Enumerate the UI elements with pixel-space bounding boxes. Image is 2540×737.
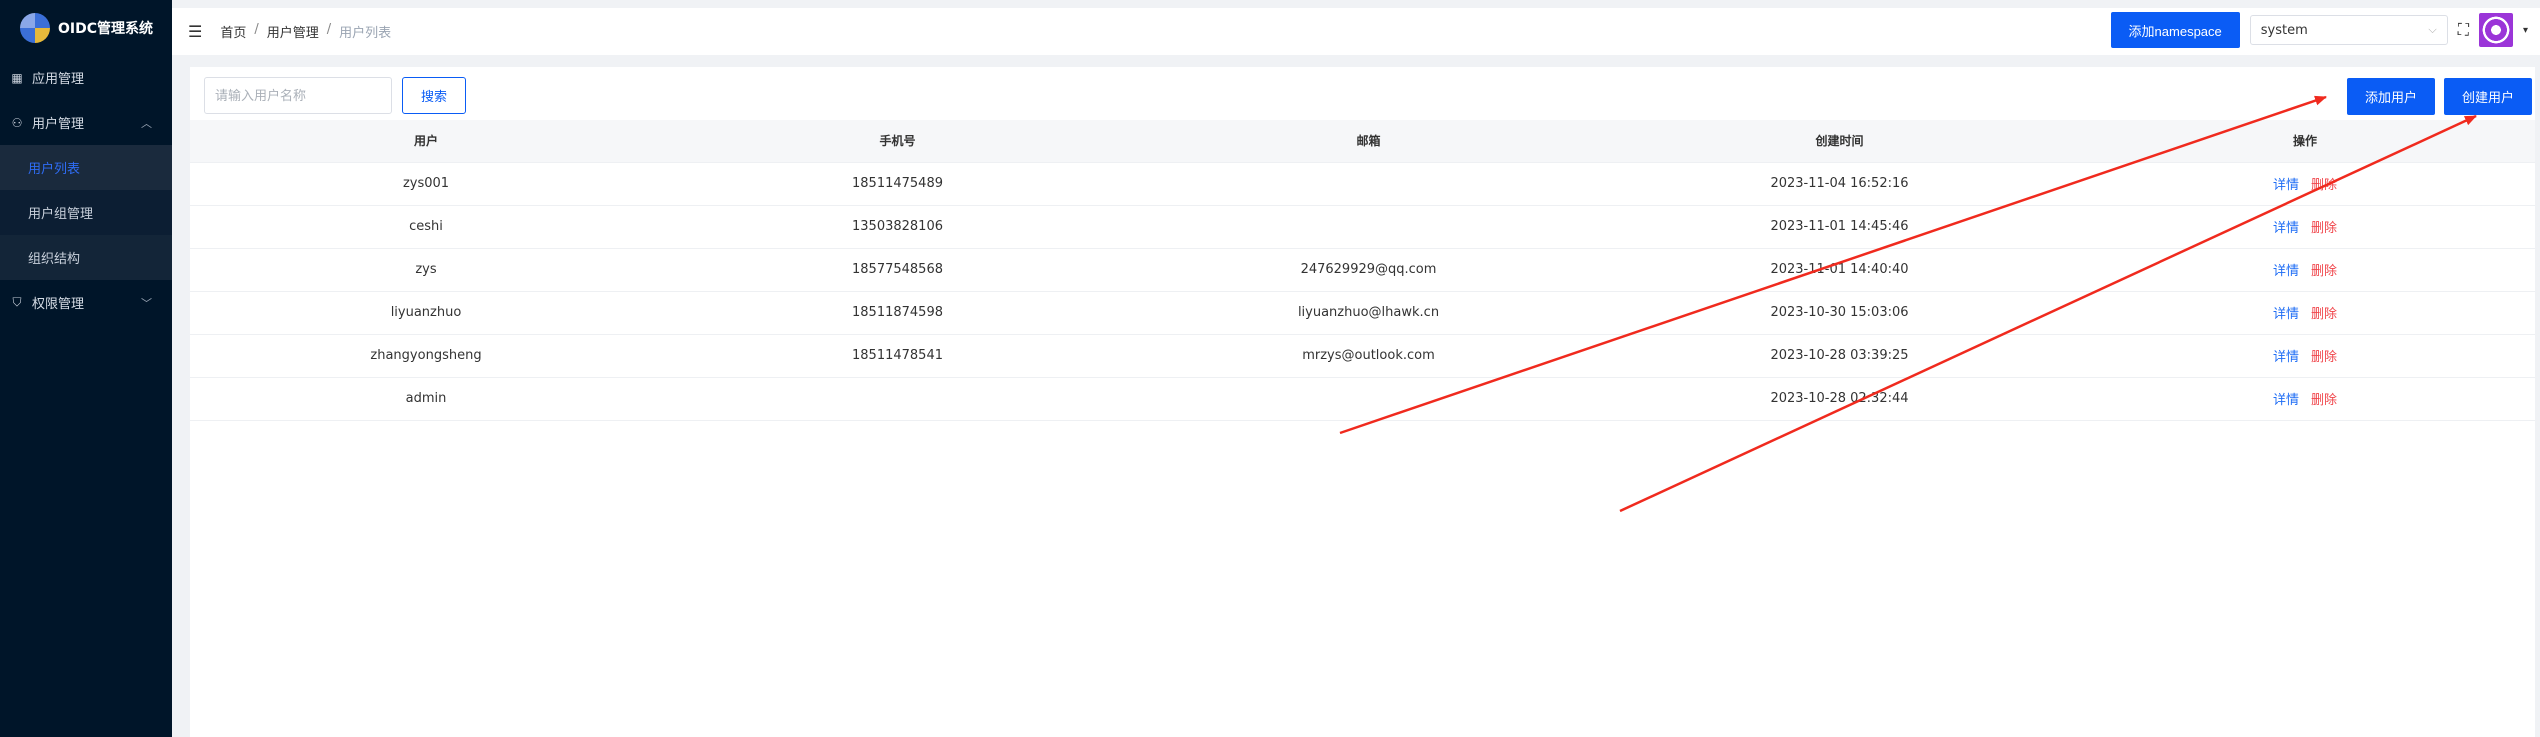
detail-link[interactable]: 详情 [2273, 307, 2299, 322]
add-namespace-button[interactable]: 添加namespace [2110, 12, 2240, 48]
cell-created: 2023-11-01 14:45:46 [1604, 205, 2075, 249]
cell-email [1133, 377, 1604, 421]
sidebar: OIDC管理系统 ▦ 应用管理 ⚇ 用户管理 ︿ 用户列表 用户组管理 组织结构… [0, 0, 172, 737]
column-header-email: 邮箱 [1133, 120, 1604, 163]
grid-icon: ▦ [11, 70, 23, 85]
breadcrumb-current: 用户列表 [339, 26, 392, 41]
cell-user: ceshi [190, 205, 662, 249]
table-row: ceshi 13503828106 2023-11-01 14:45:46 详情 删除 [190, 205, 2535, 249]
column-header-phone: 手机号 [662, 120, 1133, 163]
cell-actions: 详情 删除 [2075, 334, 2535, 378]
cell-actions: 详情 删除 [2075, 377, 2535, 421]
cell-user: liyuanzhuo [190, 291, 662, 335]
breadcrumb-separator: / [254, 22, 259, 37]
table-row: admin 2023-10-28 02:32:44 详情 删除 [190, 377, 2535, 421]
cell-actions: 详情 删除 [2075, 205, 2535, 249]
cell-user: admin [190, 377, 662, 421]
sidebar-item-label: 应用管理 [32, 72, 85, 87]
username-search-input[interactable] [204, 77, 392, 114]
column-header-user: 用户 [190, 120, 662, 163]
delete-link[interactable]: 删除 [2311, 307, 2337, 322]
sidebar-item-label: 用户管理 [32, 117, 85, 132]
detail-link[interactable]: 详情 [2273, 221, 2299, 236]
delete-link[interactable]: 删除 [2311, 350, 2337, 365]
delete-link[interactable]: 删除 [2311, 393, 2337, 408]
table-header-row: 用户 手机号 邮箱 创建时间 操作 [190, 120, 2535, 163]
user-list-card: 搜索 添加用户 创建用户 用户 手机号 邮箱 创建时间 操作 zys001185… [190, 67, 2535, 737]
cell-phone: 18511478541 [662, 334, 1133, 378]
fullscreen-icon[interactable]: ⛶ [2458, 20, 2469, 40]
cell-created: 2023-11-01 14:40:40 [1604, 248, 2075, 292]
app-title: OIDC管理系统 [58, 20, 154, 37]
sidebar-item-user-groups[interactable]: 用户组管理 [0, 190, 172, 235]
caret-down-icon[interactable]: ▾ [2523, 25, 2528, 36]
detail-link[interactable]: 详情 [2273, 264, 2299, 279]
sidebar-item-user-management[interactable]: ⚇ 用户管理 ︿ [0, 100, 172, 145]
cell-phone: 18577548568 [662, 248, 1133, 292]
cell-user: zys001 [190, 162, 662, 206]
detail-link[interactable]: 详情 [2273, 350, 2299, 365]
cell-phone: 18511475489 [662, 162, 1133, 206]
cell-email [1133, 162, 1604, 206]
cell-email: liyuanzhuo@lhawk.cn [1133, 291, 1604, 335]
avatar[interactable] [2478, 13, 2513, 47]
chevron-down-icon: ﹀ [141, 296, 152, 310]
search-button[interactable]: 搜索 [402, 77, 467, 114]
sidebar-item-label: 用户列表 [28, 162, 81, 177]
cell-created: 2023-10-28 03:39:25 [1604, 334, 2075, 378]
table-row: zys 18577548568 247629929@qq.com 2023-11-01… [190, 248, 2535, 292]
breadcrumb-user-management[interactable]: 用户管理 [267, 22, 319, 41]
sidebar-item-permission-management[interactable]: ⛉ 权限管理 ﹀ [0, 280, 172, 325]
cell-email: 247629929@qq.com [1133, 248, 1604, 292]
user-table: 用户 手机号 邮箱 创建时间 操作 zys001 18511475489 2023-… [190, 120, 2535, 421]
cell-user: zhangyongsheng [190, 334, 662, 378]
delete-link[interactable]: 删除 [2311, 221, 2337, 236]
cell-created: 2023-10-30 15:03:06 [1604, 291, 2075, 335]
cell-created: 2023-11-04 16:52:16 [1604, 162, 2075, 206]
column-header-actions: 操作 [2075, 120, 2535, 163]
cell-created: 2023-10-28 02:32:44 [1604, 377, 2075, 421]
sidebar-item-label: 权限管理 [32, 297, 85, 312]
table-row: zhangyongsheng 18511478541 mrzys@outlook.c… [190, 334, 2535, 378]
detail-link[interactable]: 详情 [2273, 178, 2299, 193]
cell-email: mrzys@outlook.com [1133, 334, 1604, 378]
table-row: liyuanzhuo 18511874598 liyuanzhuo@lhawk.cn… [190, 291, 2535, 335]
cell-phone: 13503828106 [662, 205, 1133, 249]
logo-icon [20, 12, 50, 43]
breadcrumb-separator: / [326, 22, 332, 37]
cell-phone: 18511874598 [662, 291, 1133, 335]
user-icon: ⚇ [11, 115, 23, 130]
add-user-button[interactable]: 添加用户 [2347, 78, 2436, 115]
breadcrumb-home[interactable]: 首页 [220, 22, 246, 41]
chevron-up-icon: ︿ [141, 116, 152, 130]
cell-phone [662, 377, 1133, 421]
cell-actions: 详情 删除 [2075, 291, 2535, 335]
app-logo[interactable]: OIDC管理系统 [0, 0, 172, 55]
delete-link[interactable]: 删除 [2311, 178, 2337, 193]
breadcrumb: 首页 / 用户管理 / 用户列表 [220, 22, 391, 41]
cell-email [1133, 205, 1604, 249]
chevron-down-icon: ⌵ [2428, 23, 2437, 36]
sidebar-item-app-management[interactable]: ▦ 应用管理 [0, 55, 172, 100]
namespace-select-value: system [2260, 22, 2308, 38]
top-header: ☰ 首页 / 用户管理 / 用户列表 添加namespace system ⌵ … [172, 0, 2540, 55]
column-header-created: 创建时间 [1604, 120, 2075, 163]
shield-icon: ⛉ [12, 295, 22, 309]
sidebar-item-org-structure[interactable]: 组织结构 [0, 235, 172, 280]
detail-link[interactable]: 详情 [2273, 393, 2299, 408]
sidebar-item-label: 用户组管理 [28, 207, 94, 222]
sidebar-item-user-list[interactable]: 用户列表 [0, 145, 172, 190]
cell-actions: 详情 删除 [2075, 248, 2535, 292]
cell-user: zys [190, 248, 662, 292]
table-row: zys001 18511475489 2023-11-04 16:52:16 详情 删除 [190, 162, 2535, 206]
menu-toggle-icon[interactable]: ☰ [188, 22, 202, 41]
delete-link[interactable]: 删除 [2311, 264, 2337, 279]
namespace-select[interactable]: system ⌵ [2249, 15, 2448, 45]
cell-actions: 详情 删除 [2075, 162, 2535, 206]
sidebar-item-label: 组织结构 [28, 252, 81, 267]
create-user-button[interactable]: 创建用户 [2444, 78, 2533, 115]
